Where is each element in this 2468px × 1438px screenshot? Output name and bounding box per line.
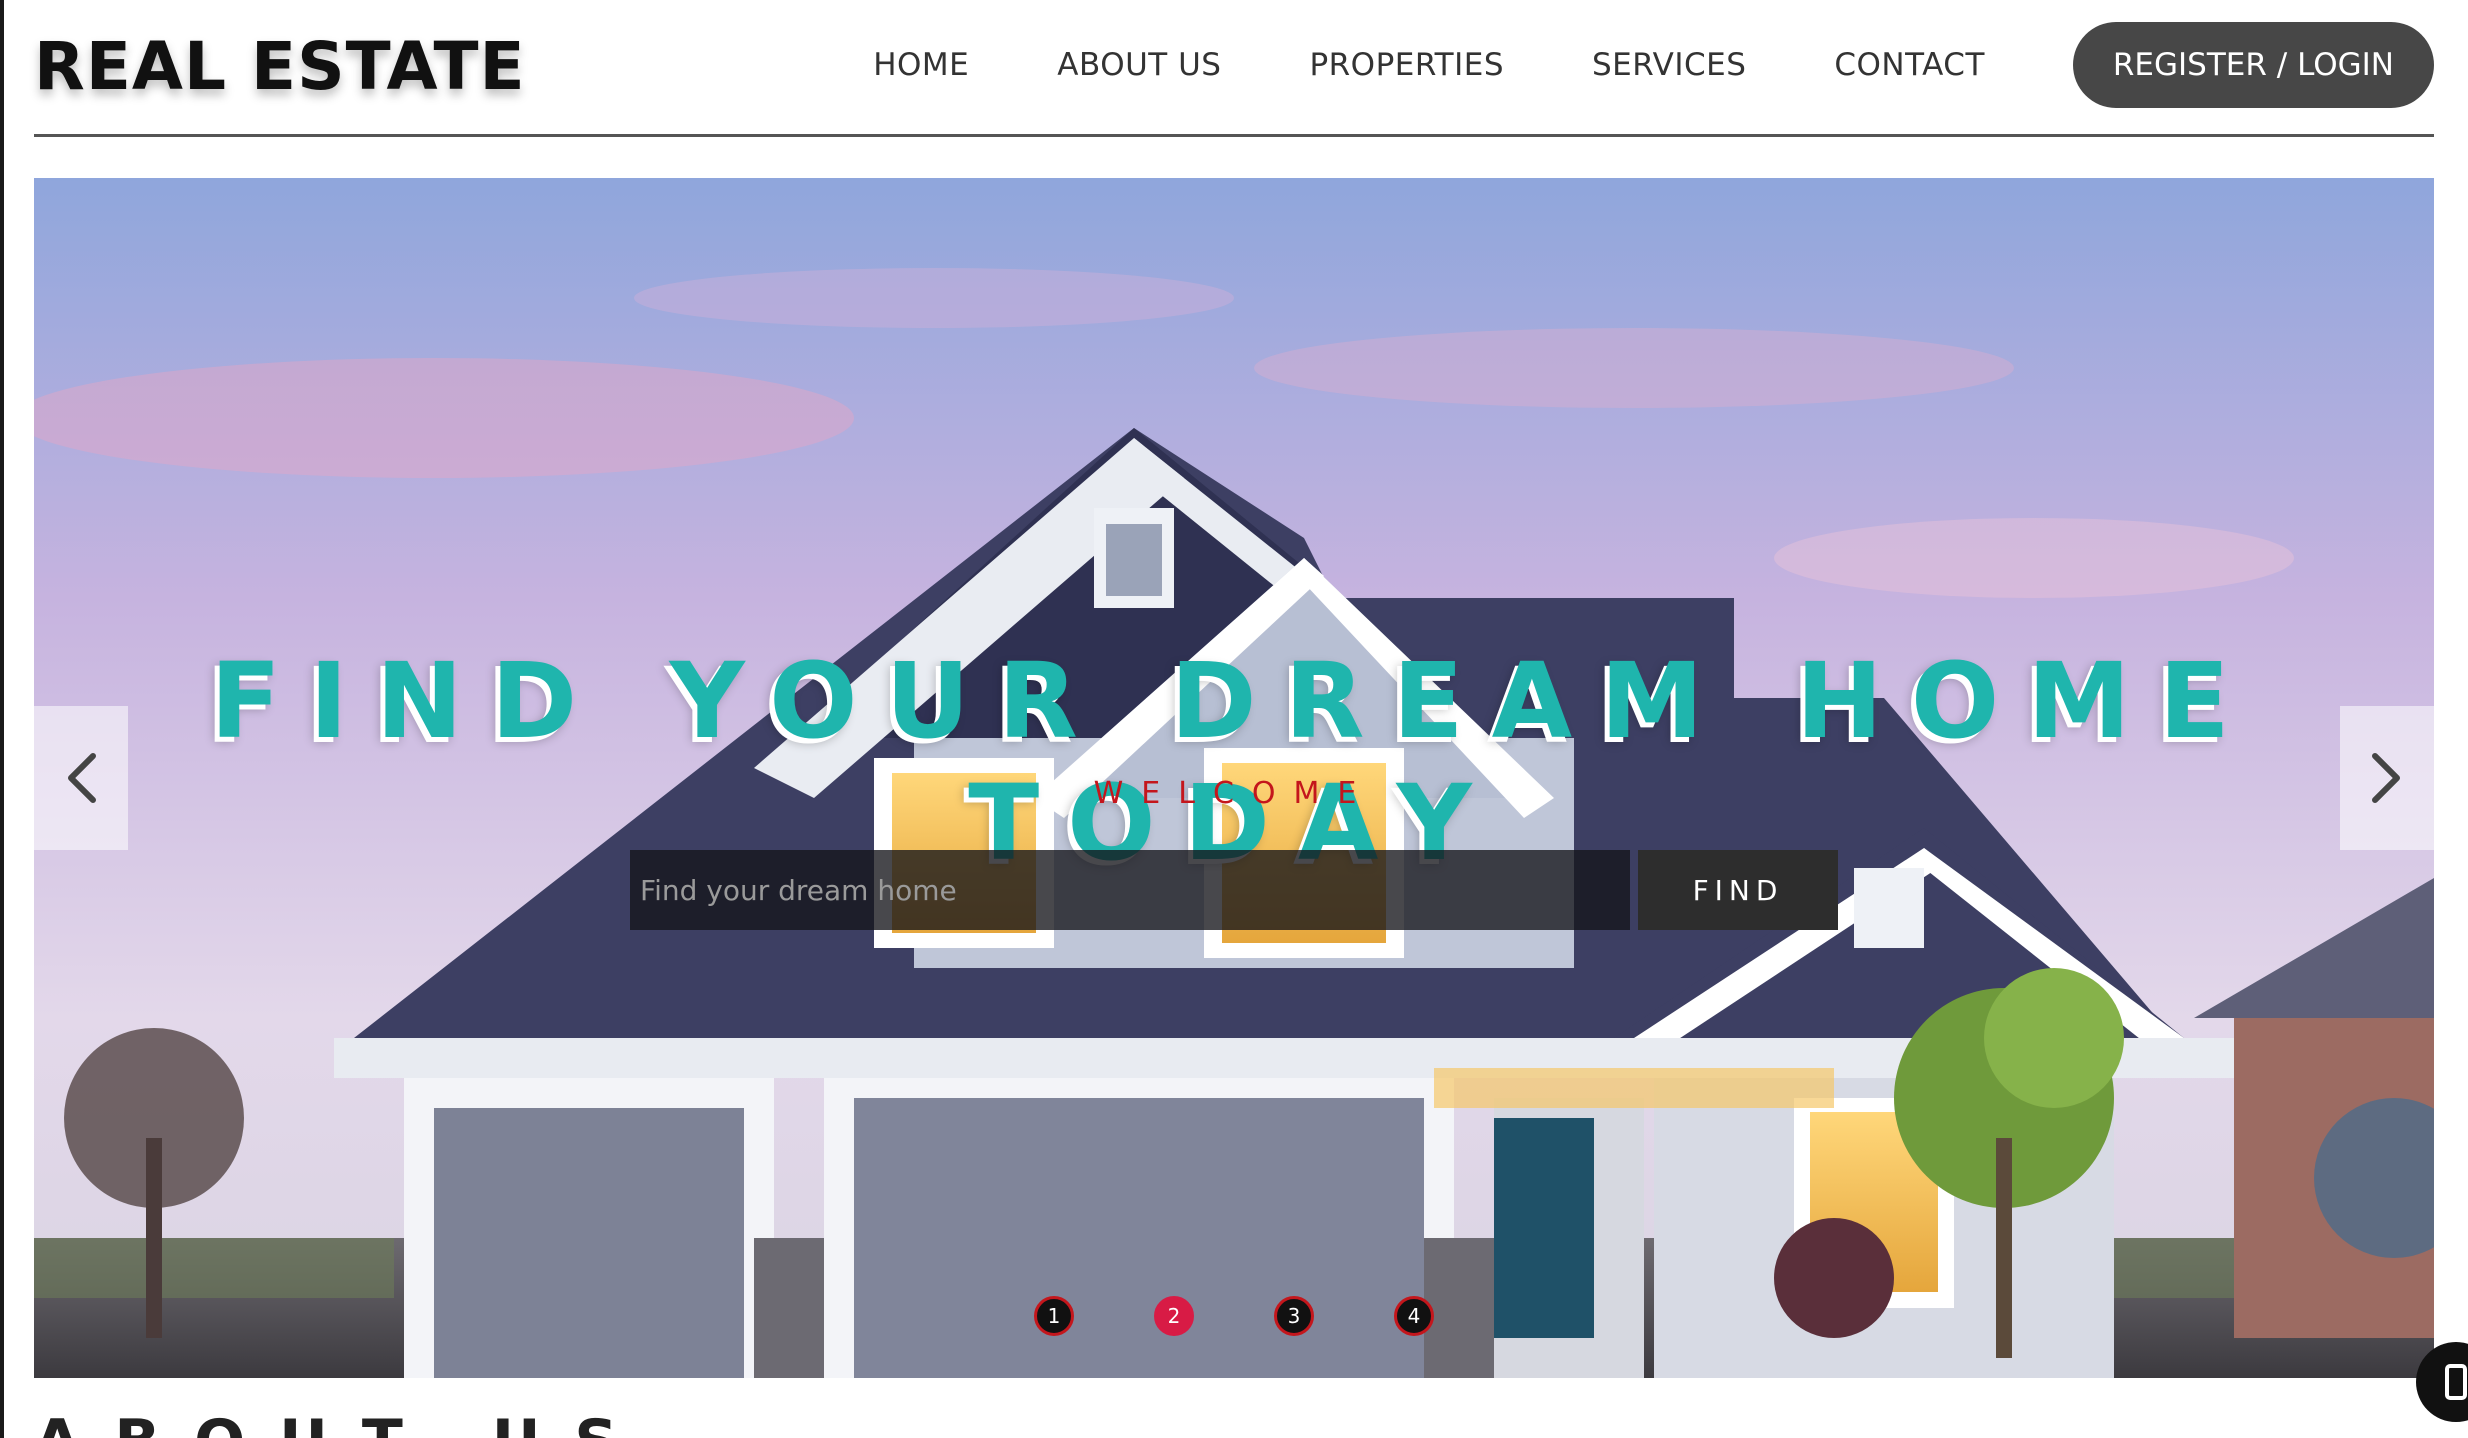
hero-headline: FIND YOUR DREAM HOME TODAY bbox=[210, 640, 2258, 884]
mobile-icon bbox=[2445, 1364, 2467, 1400]
slide-dot-3[interactable]: 3 bbox=[1274, 1296, 1314, 1336]
site-logo[interactable]: REAL ESTATE bbox=[34, 28, 526, 105]
nav-item-home[interactable]: HOME bbox=[873, 47, 969, 83]
hero-subheadline: WELCOME bbox=[1093, 776, 1375, 811]
main-nav: HOME ABOUT US PROPERTIES SERVICES CONTAC… bbox=[873, 22, 2434, 108]
nav-item-about-us[interactable]: ABOUT US bbox=[1057, 47, 1221, 83]
nav-item-contact[interactable]: CONTACT bbox=[1834, 47, 1985, 83]
slide-dot-4[interactable]: 4 bbox=[1394, 1296, 1434, 1336]
hero-slider: FIND YOUR DREAM HOME TODAY WELCOME FIND … bbox=[34, 178, 2434, 1378]
register-login-button[interactable]: REGISTER / LOGIN bbox=[2072, 22, 2434, 108]
nav-item-services[interactable]: SERVICES bbox=[1592, 47, 1746, 83]
search-input[interactable] bbox=[630, 850, 1630, 930]
find-button[interactable]: FIND bbox=[1638, 850, 1838, 930]
header-divider bbox=[34, 134, 2434, 137]
site-header: REAL ESTATE HOME ABOUT US PROPERTIES SER… bbox=[34, 0, 2434, 138]
slide-dot-2[interactable]: 2 bbox=[1154, 1296, 1194, 1336]
slide-dot-1[interactable]: 1 bbox=[1034, 1296, 1074, 1336]
page-left-border bbox=[0, 0, 4, 1438]
section-title-about-us: ABOUT US bbox=[34, 1412, 652, 1438]
nav-item-properties[interactable]: PROPERTIES bbox=[1309, 47, 1504, 83]
